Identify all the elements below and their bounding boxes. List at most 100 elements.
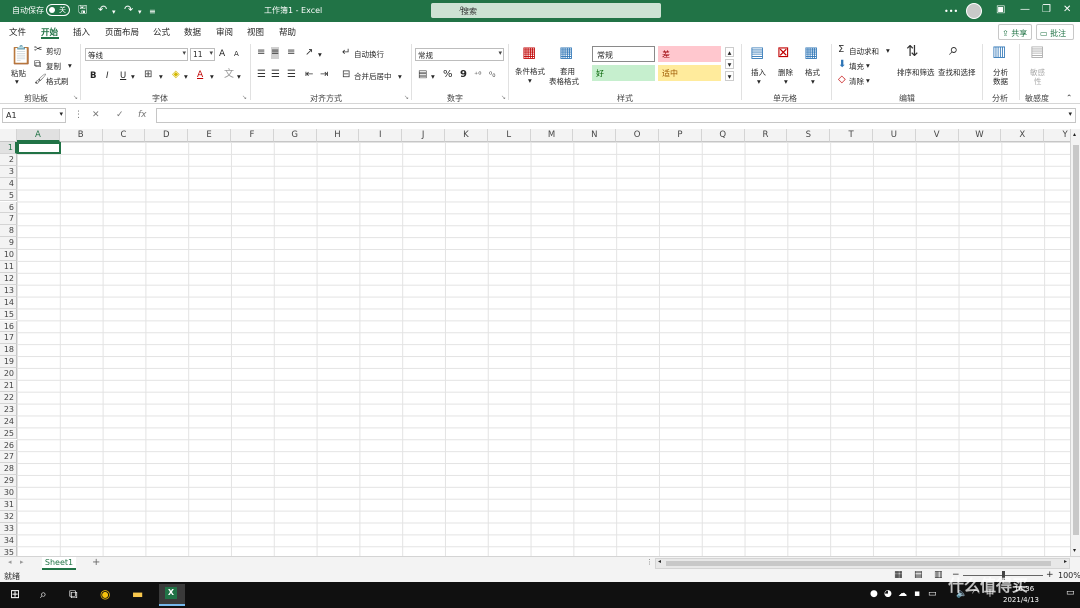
underline-button[interactable]: U xyxy=(120,71,126,81)
underline-dropdown-icon[interactable]: ▾ xyxy=(131,72,135,81)
column-header[interactable]: U xyxy=(873,129,916,142)
row-header[interactable]: 11 xyxy=(0,261,17,273)
ribbon-display-icon[interactable]: ▣ xyxy=(996,3,1005,17)
row-header[interactable]: 27 xyxy=(0,451,17,464)
copy-icon[interactable]: ⧉ xyxy=(34,59,41,71)
windows-start-icon[interactable]: ⊞ xyxy=(10,587,20,601)
format-painter-icon[interactable]: 🖌 xyxy=(34,74,47,86)
align-bottom-icon[interactable]: ≡ xyxy=(287,47,295,59)
normal-view-icon[interactable]: ▦ xyxy=(894,570,903,580)
wrap-text-icon[interactable]: ↵ xyxy=(342,47,350,59)
column-header[interactable]: Q xyxy=(701,129,745,142)
notification-icon[interactable]: ▭ xyxy=(1066,588,1075,598)
copy-label[interactable]: 复制 xyxy=(46,61,61,72)
excel-taskbar-button[interactable]: X xyxy=(159,584,185,606)
collapse-ribbon-icon[interactable]: ⌃ xyxy=(1066,93,1072,102)
analyze-data-label-2[interactable]: 数据 xyxy=(993,76,1008,87)
orientation-icon[interactable]: ↗ xyxy=(305,47,313,59)
customize-toolbar-icon[interactable]: ≡ xyxy=(149,6,156,18)
network-icon[interactable]: ▭ xyxy=(928,587,937,601)
row-header[interactable]: 15 xyxy=(0,308,17,321)
column-header[interactable]: H xyxy=(316,129,360,142)
delete-dropdown-icon[interactable]: ▾ xyxy=(784,77,788,86)
paste-dropdown-icon[interactable]: ▾ xyxy=(15,77,19,86)
insert-dropdown-icon[interactable]: ▾ xyxy=(757,77,761,86)
increase-decimal-icon[interactable]: ⁺⁰ xyxy=(474,69,481,81)
row-header[interactable]: 2 xyxy=(0,153,17,166)
italic-button[interactable]: I xyxy=(106,71,109,81)
worksheet-grid[interactable]: ABCDEFGHIJKLMNOPQRSTUVWXY 1 2 3 4 5 6 7 8 9 10 11 1… xyxy=(0,129,1080,556)
insert-function-icon[interactable]: fx xyxy=(138,110,147,120)
tab-review[interactable]: 审阅 xyxy=(216,26,233,38)
styles-scroll-up-icon[interactable]: ▴ xyxy=(725,47,734,57)
tray-icon[interactable]: ▪ xyxy=(914,587,920,601)
enter-icon[interactable]: ✓ xyxy=(116,110,124,120)
merge-dropdown-icon[interactable]: ▾ xyxy=(398,72,402,81)
percent-button[interactable]: % xyxy=(443,69,453,80)
row-header[interactable]: 26 xyxy=(0,439,17,452)
decrease-indent-icon[interactable]: ⇤ xyxy=(305,69,313,81)
file-explorer-icon[interactable]: ▬ xyxy=(132,587,143,601)
increase-indent-icon[interactable]: ⇥ xyxy=(320,69,328,81)
font-launcher-icon[interactable]: ↘ xyxy=(242,94,247,101)
column-header[interactable]: N xyxy=(573,129,617,142)
cut-icon[interactable]: ✂ xyxy=(34,44,42,56)
row-header[interactable]: 9 xyxy=(0,237,17,250)
sort-filter-icon[interactable]: ⇅ xyxy=(906,44,919,59)
bold-button[interactable]: B xyxy=(90,71,96,81)
row-header[interactable]: 23 xyxy=(0,403,17,416)
align-middle-icon[interactable]: ≡ xyxy=(271,47,280,59)
row-header[interactable]: 14 xyxy=(0,296,17,309)
decrease-decimal-icon[interactable]: ⁰₀ xyxy=(489,69,495,81)
cut-label[interactable]: 剪切 xyxy=(46,46,61,57)
tab-data[interactable]: 数据 xyxy=(184,26,201,38)
column-header[interactable]: V xyxy=(915,129,959,142)
task-view-icon[interactable]: ⧉ xyxy=(69,587,78,601)
row-header[interactable]: 18 xyxy=(0,344,17,357)
row-header[interactable]: 32 xyxy=(0,510,17,523)
fill-label[interactable]: 填充 xyxy=(849,61,864,72)
select-all-corner[interactable] xyxy=(0,129,17,142)
shrink-font-button[interactable]: A xyxy=(234,50,239,58)
column-header[interactable]: W xyxy=(958,129,1002,142)
scroll-thumb[interactable] xyxy=(1073,145,1079,535)
clear-icon[interactable]: ◇ xyxy=(838,74,846,86)
row-header[interactable]: 22 xyxy=(0,391,17,404)
page-layout-icon[interactable]: ▤ xyxy=(914,570,923,580)
scroll-down-icon[interactable]: ▾ xyxy=(1073,547,1076,554)
style-normal[interactable]: 常规 xyxy=(592,46,655,62)
tray-icon[interactable]: ● xyxy=(870,587,878,601)
ellipsis-icon[interactable]: ••• xyxy=(944,6,958,18)
format-dropdown-icon[interactable]: ▾ xyxy=(811,77,815,86)
grow-font-button[interactable]: A xyxy=(219,49,225,59)
conditional-dropdown-icon[interactable]: ▾ xyxy=(528,76,532,85)
column-header[interactable]: X xyxy=(1001,129,1045,142)
name-box[interactable]: A1 ▾ xyxy=(2,108,66,123)
autosave-toggle[interactable]: 关 xyxy=(46,4,70,16)
row-header[interactable]: 24 xyxy=(0,415,17,428)
merge-center-icon[interactable]: ⊟ xyxy=(342,69,350,81)
delete-cells-icon[interactable]: ⊠ xyxy=(777,45,790,60)
font-color-dropdown-icon[interactable]: ▾ xyxy=(210,72,214,81)
style-bad[interactable]: 差 xyxy=(658,46,721,62)
tab-formulas[interactable]: 公式 xyxy=(153,26,170,38)
row-header[interactable]: 31 xyxy=(0,499,17,511)
column-header[interactable]: A xyxy=(17,129,60,142)
styles-scroll-down-icon[interactable]: ▾ xyxy=(725,59,734,69)
column-header[interactable]: T xyxy=(830,129,873,142)
search-box[interactable]: ⌕ 搜索 xyxy=(431,3,661,18)
clipboard-launcher-icon[interactable]: ↘ xyxy=(73,94,78,101)
row-header[interactable]: 20 xyxy=(0,368,17,380)
tab-help[interactable]: 帮助 xyxy=(279,26,296,38)
borders-icon[interactable]: ⊞ xyxy=(144,69,152,81)
scroll-up-icon[interactable]: ▴ xyxy=(1073,131,1076,138)
fill-color-icon[interactable]: ◈ xyxy=(172,69,180,81)
tray-icon[interactable]: ◕ xyxy=(884,587,892,601)
formula-input[interactable]: ▾ xyxy=(156,108,1076,123)
tab-file[interactable]: 文件 xyxy=(9,26,26,38)
tab-view[interactable]: 视图 xyxy=(247,26,264,38)
row-header[interactable]: 17 xyxy=(0,332,17,345)
styles-more-icon[interactable]: ▾ xyxy=(725,71,734,81)
format-as-table-label-2[interactable]: 表格格式 xyxy=(549,76,579,87)
search-icon[interactable]: ⌕ xyxy=(40,587,47,601)
